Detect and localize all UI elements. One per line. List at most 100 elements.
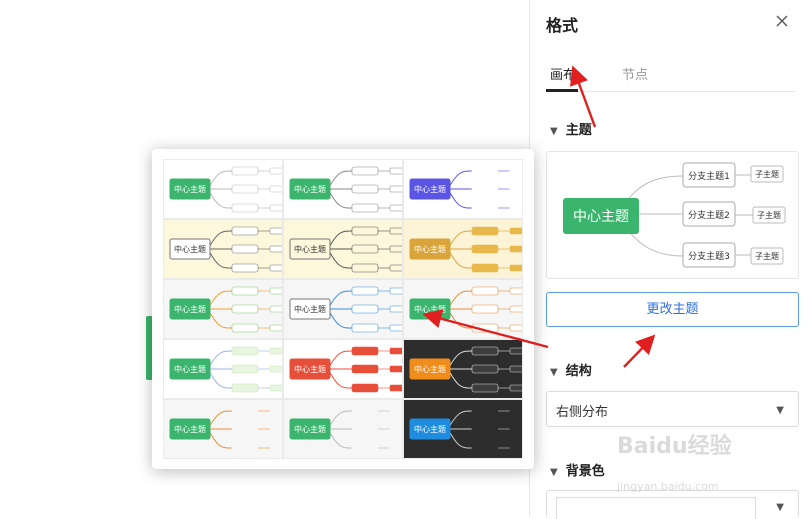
- theme-thumbnail: 中心主题: [409, 346, 522, 393]
- collapse-caret-icon: ▼: [550, 367, 558, 378]
- thumbnail-branch-node: [231, 304, 259, 314]
- theme-thumbnail: 中心主题: [169, 346, 282, 393]
- thumbnail-sub-node: [509, 347, 522, 355]
- theme-option[interactable]: 中心主题: [283, 219, 403, 279]
- thumbnail-sub-node: [389, 167, 402, 175]
- tab-node[interactable]: 节点: [622, 64, 648, 83]
- thumbnail-sub-node: [269, 365, 282, 373]
- thumbnail-branch-node: [231, 286, 259, 296]
- thumbnail-center-text: 中心主题: [414, 304, 446, 314]
- background-color-select[interactable]: ▼: [546, 490, 799, 519]
- thumbnail-branch-node: [351, 166, 379, 176]
- background-section-label: 背景色: [565, 464, 605, 479]
- preview-sub-text: 子主题: [755, 169, 779, 179]
- background-section-header[interactable]: ▼ 背景色: [550, 460, 605, 479]
- thumbnail-branch-node: [351, 263, 379, 273]
- thumbnail-branch-line: [207, 308, 233, 329]
- theme-option[interactable]: 中心主题: [403, 159, 523, 219]
- theme-section-label: 主题: [565, 123, 592, 138]
- theme-grid: 中心主题 中心主题 中心主题 中心主题 中心主题 中心主题 中心主题 中心主题 中心主题 中心主题…: [163, 159, 524, 461]
- thumbnail-branch-node: [231, 244, 259, 254]
- thumbnail-branch-node: [471, 263, 499, 273]
- thumbnail-branch-node: [471, 166, 499, 176]
- thumbnail-sub-node: [509, 167, 522, 175]
- thumbnail-branch-node: [351, 443, 379, 453]
- structure-section-header[interactable]: ▼ 结构: [550, 360, 592, 379]
- thumbnail-sub-node: [269, 425, 282, 433]
- thumbnail-branch-node: [231, 263, 259, 273]
- thumbnail-sub-node: [269, 384, 282, 392]
- thumbnail-branch-node: [351, 184, 379, 194]
- theme-thumbnail: 中心主题: [409, 406, 522, 453]
- thumbnail-branch-line: [207, 170, 233, 190]
- theme-option[interactable]: 中心主题: [163, 279, 283, 339]
- preview-sub-text: 子主题: [757, 210, 781, 220]
- thumbnail-sub-node: [509, 305, 522, 313]
- thumbnail-branch-node: [471, 424, 499, 434]
- thumbnail-branch-line: [327, 410, 353, 430]
- thumbnail-branch-node: [471, 203, 499, 213]
- close-icon[interactable]: [775, 14, 789, 28]
- thumbnail-branch-node: [231, 424, 259, 434]
- tab-canvas[interactable]: 画布: [550, 64, 576, 83]
- theme-option[interactable]: 中心主题: [283, 339, 403, 399]
- theme-thumbnail: 中心主题: [289, 166, 402, 213]
- thumbnail-branch-line: [447, 350, 473, 370]
- theme-thumbnail: 中心主题: [289, 346, 402, 393]
- thumbnail-sub-node: [509, 425, 522, 433]
- thumbnail-branch-line: [327, 248, 353, 269]
- thumbnail-branch-line: [207, 188, 233, 209]
- thumbnail-branch-node: [471, 443, 499, 453]
- theme-thumbnail: 中心主题: [289, 286, 402, 333]
- structure-select-value: 右侧分布: [556, 405, 609, 420]
- thumbnail-sub-node: [509, 264, 522, 272]
- thumbnail-branch-node: [231, 203, 259, 213]
- theme-option[interactable]: 中心主题: [163, 159, 283, 219]
- theme-section-header[interactable]: ▼ 主题: [550, 119, 592, 138]
- theme-thumbnail: 中心主题: [289, 406, 402, 453]
- theme-option[interactable]: 中心主题: [283, 279, 403, 339]
- theme-option[interactable]: 中心主题: [163, 219, 283, 279]
- thumbnail-sub-node: [269, 264, 282, 272]
- thumbnail-branch-line: [447, 170, 473, 190]
- thumbnail-branch-node: [231, 226, 259, 236]
- thumbnail-sub-node: [509, 204, 522, 212]
- thumbnail-sub-node: [269, 407, 282, 415]
- theme-preview[interactable]: 中心主题 分支主题1 分支主题2 分支主题3 子主题 子主题 子主题: [546, 151, 799, 279]
- thumbnail-branch-line: [327, 308, 353, 329]
- thumbnail-sub-node: [389, 407, 402, 415]
- thumbnail-center-text: 中心主题: [294, 184, 326, 194]
- thumbnail-center-text: 中心主题: [174, 244, 206, 254]
- thumbnail-sub-node: [269, 204, 282, 212]
- structure-select[interactable]: 右侧分布 ▼: [546, 391, 799, 427]
- theme-thumbnail: 中心主题: [169, 406, 282, 453]
- panel-title: 格式: [546, 16, 579, 35]
- thumbnail-sub-node: [389, 305, 402, 313]
- theme-option[interactable]: 中心主题: [283, 399, 403, 459]
- theme-option[interactable]: 中心主题: [163, 339, 283, 399]
- thumbnail-branch-node: [471, 323, 499, 333]
- theme-option[interactable]: 中心主题: [163, 399, 283, 459]
- thumbnail-sub-node: [269, 227, 282, 235]
- thumbnail-sub-node: [509, 324, 522, 332]
- thumbnail-branch-node: [471, 286, 499, 296]
- theme-option[interactable]: 中心主题: [403, 219, 523, 279]
- theme-picker-popup: 中心主题 中心主题 中心主题 中心主题 中心主题 中心主题 中心主题 中心主题 中心主题 中心主题…: [152, 149, 534, 469]
- thumbnail-branch-node: [351, 406, 379, 416]
- preview-center-text: 中心主题: [573, 209, 629, 225]
- thumbnail-sub-node: [509, 287, 522, 295]
- thumbnail-branch-line: [207, 350, 233, 370]
- thumbnail-branch-line: [207, 428, 233, 449]
- thumbnail-sub-node: [389, 204, 402, 212]
- thumbnail-sub-node: [509, 227, 522, 235]
- change-theme-button[interactable]: 更改主题: [546, 292, 799, 327]
- theme-option[interactable]: 中心主题: [403, 399, 523, 459]
- thumbnail-branch-line: [447, 410, 473, 430]
- theme-option[interactable]: 中心主题: [403, 339, 523, 399]
- thumbnail-center-text: 中心主题: [414, 424, 446, 434]
- thumbnail-sub-node: [389, 425, 402, 433]
- theme-option[interactable]: 中心主题: [403, 279, 523, 339]
- theme-option[interactable]: 中心主题: [283, 159, 403, 219]
- thumbnail-center-text: 中心主题: [294, 304, 326, 314]
- preview-branch-text: 分支主题3: [688, 250, 730, 262]
